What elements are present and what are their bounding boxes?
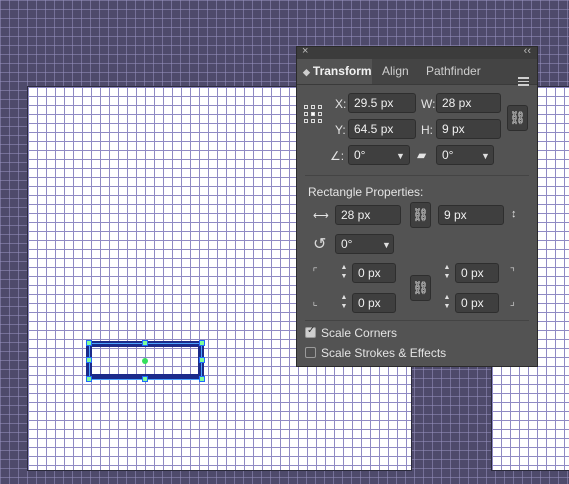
corner-bl-field[interactable]: 0 px	[352, 293, 396, 313]
handle-bottom-left[interactable]	[86, 376, 92, 382]
handle-top-left[interactable]	[86, 340, 92, 346]
corner-bottom-left-icon: ⌞	[312, 295, 319, 308]
w-field[interactable]: 28 px	[436, 93, 501, 113]
reference-point-icon[interactable]	[304, 105, 323, 123]
tab-label: Pathfinder	[426, 64, 481, 78]
corner-tr-stepper[interactable]: ▲ ▼	[440, 263, 454, 283]
chevron-down-icon[interactable]: ▼	[396, 151, 405, 161]
corner-tl-stepper[interactable]: ▲ ▼	[337, 263, 351, 283]
corner-top-left-icon: ⌜	[312, 265, 319, 278]
corner-bl-stepper[interactable]: ▲ ▼	[337, 293, 351, 313]
rect-height-field[interactable]: 9 px	[438, 205, 504, 225]
center-point	[142, 358, 148, 364]
tab-transform[interactable]: ◆ Transform	[297, 59, 372, 84]
width-icon: ⟷	[313, 210, 329, 222]
tab-label: Align	[382, 64, 409, 78]
scale-strokes-label: Scale Strokes & Effects	[321, 346, 447, 360]
scale-corners-label: Scale Corners	[321, 326, 398, 340]
panel-menu-icon[interactable]	[518, 77, 529, 88]
panel-tabbar: ◆ Transform Align Pathfinder	[297, 59, 537, 88]
close-icon[interactable]: ×	[302, 45, 308, 57]
corner-br-field[interactable]: 0 px	[455, 293, 499, 313]
collapse-icon[interactable]: ‹‹	[524, 45, 531, 57]
handle-middle-left[interactable]	[86, 357, 92, 363]
constrain-proportions-link-icon[interactable]: ⛓	[507, 105, 528, 131]
corner-br-stepper[interactable]: ▲ ▼	[440, 293, 454, 313]
h-label: H:	[421, 123, 433, 137]
handle-bottom-center[interactable]	[142, 376, 148, 382]
rotate-icon: ↺	[313, 236, 327, 253]
handle-middle-right[interactable]	[199, 357, 205, 363]
link-dimensions-icon[interactable]: ⛓	[410, 202, 431, 228]
handle-bottom-right[interactable]	[199, 376, 205, 382]
y-field[interactable]: 64.5 px	[348, 119, 416, 139]
divider	[305, 320, 529, 321]
corner-tl-field[interactable]: 0 px	[352, 263, 396, 283]
transform-panel: × ‹‹ ◆ Transform Align Pathfinder X: 29.5…	[296, 45, 538, 367]
rect-width-field[interactable]: 28 px	[335, 205, 401, 225]
corner-top-right-icon: ⌝	[509, 265, 516, 278]
tab-pathfinder[interactable]: Pathfinder	[426, 59, 481, 84]
y-label: Y:	[335, 123, 346, 137]
sort-arrows-icon: ◆	[303, 67, 310, 77]
shear-icon: ▰	[417, 148, 427, 162]
rectangle-properties-title: Rectangle Properties:	[308, 185, 424, 199]
h-field[interactable]: 9 px	[436, 119, 501, 139]
rotate-angle-label: ∠:	[330, 149, 345, 163]
scale-corners-checkbox[interactable]	[305, 325, 316, 338]
chevron-down-icon[interactable]: ▼	[382, 240, 391, 250]
panel-titlebar[interactable]: × ‹‹	[297, 45, 537, 59]
divider	[305, 175, 529, 176]
scale-strokes-checkbox[interactable]	[305, 347, 316, 358]
handle-top-center[interactable]	[142, 340, 148, 346]
height-icon: ↕	[511, 208, 517, 220]
tab-align[interactable]: Align	[382, 59, 409, 84]
tab-label: Transform	[312, 64, 372, 78]
corner-bottom-right-icon: ⌟	[509, 295, 516, 308]
link-corners-icon[interactable]: ⛓	[410, 275, 431, 301]
handle-top-right[interactable]	[199, 340, 205, 346]
w-label: W:	[421, 97, 436, 111]
x-field[interactable]: 29.5 px	[348, 93, 416, 113]
corner-tr-field[interactable]: 0 px	[455, 263, 499, 283]
x-label: X:	[335, 97, 347, 111]
chevron-down-icon[interactable]: ▼	[481, 151, 490, 161]
